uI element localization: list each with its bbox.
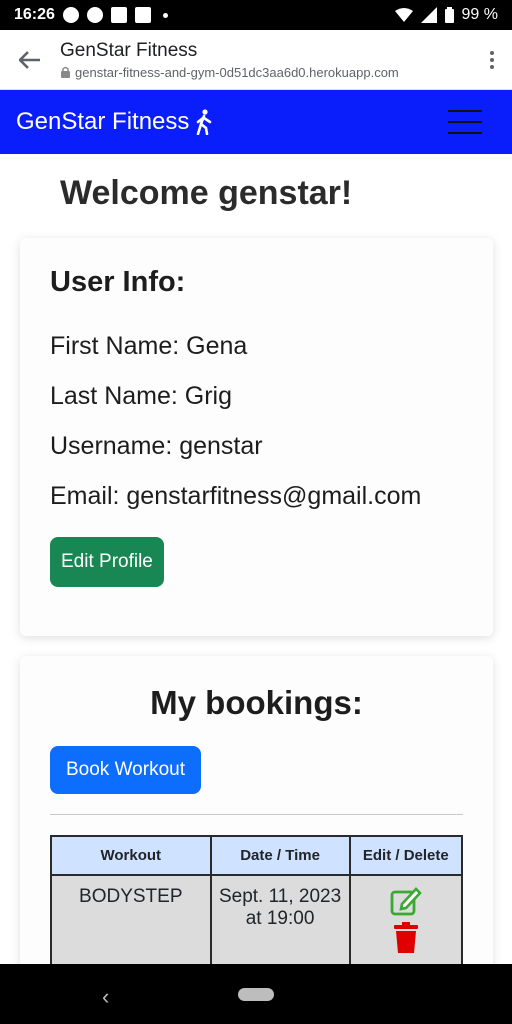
signal-icon [420,7,437,23]
column-header-workout: Workout [50,835,212,876]
hamburger-line [448,132,482,134]
battery-level: 99 % [461,6,498,23]
system-nav-bar: ‹ [0,964,512,1024]
walking-person-icon [197,109,212,135]
download-icon [110,7,127,23]
datetime-cell: Sept. 11, 2023 at 19:00 [209,874,351,964]
first-name-text: First Name: Gena [50,332,248,360]
bookings-table: Workout Date / Time Edit / Delete BODYST… [50,835,464,964]
lock-icon [61,66,70,78]
workout-cell: BODYSTEP [50,874,212,964]
battery-icon [444,7,454,23]
column-header-actions: Edit / Delete [348,835,464,876]
gallery-icon [134,7,151,23]
address-bar[interactable]: GenStar Fitness genstar-fitness-and-gym-… [60,40,472,80]
welcome-heading: Welcome genstar! [60,174,353,212]
hamburger-line [448,110,482,112]
table-row: BODYSTEP Sept. 11, 2023 at 19:00 [50,874,464,964]
browser-page-title: GenStar Fitness [60,39,198,61]
status-time: 16:26 [14,6,55,23]
whatsapp-icon [86,7,103,23]
dot-icon [490,64,494,69]
last-name-text: Last Name: Grig [50,382,233,410]
hamburger-line [448,121,482,123]
actions-cell [348,874,464,964]
dot-icon [490,57,494,62]
username-text: Username: genstar [50,432,263,460]
system-back-button[interactable]: ‹ [102,984,109,1010]
bookings-card: My bookings: Book Workout Workout Date /… [20,656,493,964]
email-text: Email: genstarfitness@gmail.com [50,482,422,510]
dot-icon [490,50,494,55]
wifi-icon [394,8,413,22]
more-notifications-icon [162,12,168,18]
brand-text: GenStar Fitness [16,108,190,135]
book-workout-button[interactable]: Book Workout [50,746,201,794]
edit-profile-button[interactable]: Edit Profile [50,537,164,587]
status-bar: 16:26 99 % [0,0,512,30]
user-info-card: User Info: First Name: Gena Last Name: G… [20,238,493,636]
column-header-datetime: Date / Time [209,835,351,876]
divider [50,814,463,815]
site-navbar: GenStar Fitness [0,90,512,154]
back-button[interactable] [0,30,60,90]
user-info-title: User Info: [50,266,186,298]
bookings-title: My bookings: [150,684,363,721]
brand-link[interactable]: GenStar Fitness [16,108,213,136]
trash-icon[interactable] [393,922,419,954]
system-home-button[interactable] [238,987,274,1001]
browser-menu-button[interactable] [472,30,512,90]
back-arrow-icon [19,50,40,69]
edit-icon[interactable] [390,886,422,916]
page-content: Welcome genstar! User Info: First Name: … [0,154,512,964]
url-text: genstar-fitness-and-gym-0d51dc3aa6d0.her… [75,64,399,80]
browser-toolbar: GenStar Fitness genstar-fitness-and-gym-… [0,30,512,90]
hamburger-menu-button[interactable] [448,110,482,134]
spotify-icon [62,7,79,23]
